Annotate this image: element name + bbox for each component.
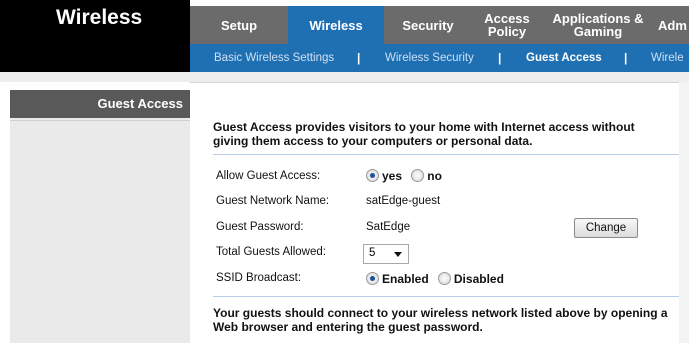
allow-guest-access-label: Allow Guest Access:	[216, 170, 321, 182]
tab-administration[interactable]: Adm	[654, 6, 689, 44]
guest-password-value: SatEdge	[366, 221, 411, 233]
total-guests-select[interactable]: 5	[363, 244, 409, 264]
guest-network-name-value: satEdge-guest	[366, 195, 441, 207]
tab-setup[interactable]: Setup	[190, 6, 288, 44]
main-nav: Setup Wireless Security Access Policy Ap…	[190, 6, 689, 44]
option-no[interactable]: no	[427, 169, 442, 183]
subnav-separator: |	[498, 51, 502, 65]
guest-network-name-label: Guest Network Name:	[216, 195, 330, 207]
total-guests-label: Total Guests Allowed:	[216, 246, 326, 258]
divider	[213, 154, 679, 155]
ssid-broadcast-label: SSID Broadcast:	[216, 272, 302, 284]
page-title: Wireless	[56, 6, 143, 29]
total-guests-value: 5	[369, 247, 376, 259]
sidebar	[10, 90, 190, 343]
section-title: Guest Access	[97, 96, 183, 111]
outro-text: Your guests should connect to your wirel…	[213, 306, 668, 334]
subnav-separator: |	[357, 51, 361, 65]
sidebar-divider	[10, 120, 190, 121]
subnav-basic-wireless-settings[interactable]: Basic Wireless Settings	[214, 44, 334, 72]
tab-applications-gaming[interactable]: Applications & Gaming	[542, 6, 654, 44]
option-enabled[interactable]: Enabled	[382, 272, 429, 286]
subnav-separator: |	[624, 51, 628, 65]
option-disabled[interactable]: Disabled	[454, 272, 504, 286]
ssid-enabled-radio[interactable]	[366, 272, 379, 285]
divider	[213, 296, 679, 297]
app-header: Wireless	[0, 0, 190, 72]
allow-guest-no-radio[interactable]	[411, 169, 425, 182]
guest-password-label: Guest Password:	[216, 221, 304, 233]
change-password-button[interactable]: Change	[574, 218, 638, 238]
tab-security[interactable]: Security	[384, 6, 472, 44]
chevron-down-icon	[394, 252, 402, 257]
subnav-wireless-mac-filter[interactable]: Wirele	[651, 44, 684, 72]
tab-wireless[interactable]: Wireless	[288, 6, 384, 44]
subnav-guest-access[interactable]: Guest Access	[526, 44, 602, 72]
subnav-wireless-security[interactable]: Wireless Security	[385, 44, 474, 72]
sub-nav: Basic Wireless Settings | Wireless Secur…	[190, 44, 689, 72]
allow-guest-access-options: yes no	[366, 169, 448, 183]
ssid-broadcast-options: Enabled Disabled	[366, 272, 510, 286]
header-divider	[0, 72, 689, 82]
ssid-disabled-radio[interactable]	[437, 272, 451, 285]
sidebar-header: Guest Access	[10, 90, 190, 118]
allow-guest-yes-radio[interactable]	[366, 169, 379, 182]
panel-edge	[679, 82, 689, 343]
option-yes[interactable]: yes	[382, 169, 402, 183]
tab-access-policy[interactable]: Access Policy	[472, 6, 542, 44]
intro-text: Guest Access provides visitors to your h…	[213, 120, 635, 148]
